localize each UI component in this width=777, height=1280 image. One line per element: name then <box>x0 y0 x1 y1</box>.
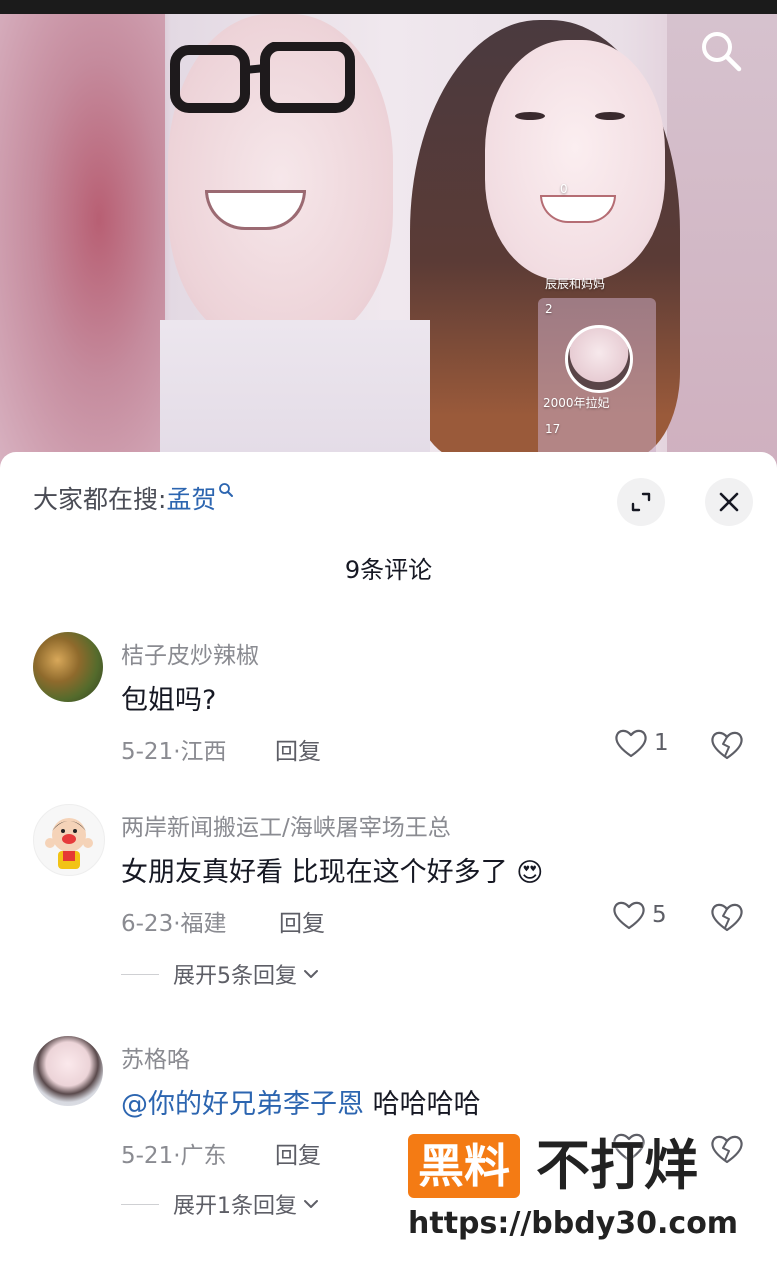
chevron-down-icon <box>304 1200 318 1208</box>
video-person-right-face <box>485 40 665 280</box>
comment-text-body: 哈哈哈哈 <box>364 1089 481 1120</box>
broken-heart-icon[interactable] <box>710 728 744 762</box>
overlay-count: 17 <box>545 422 561 436</box>
comment-username[interactable]: 两岸新闻搬运工/海峡屠宰场王总 <box>121 808 451 842</box>
search-icon <box>219 483 234 497</box>
video-person-left-shirt <box>160 320 430 470</box>
comment-text: @你的好兄弟李子恩 哈哈哈哈 <box>121 1082 481 1121</box>
broken-heart-icon[interactable] <box>710 900 744 934</box>
avatar[interactable] <box>33 632 103 702</box>
status-strip <box>0 0 777 14</box>
chevron-down-icon <box>304 970 318 978</box>
like-count: 1 <box>654 730 669 756</box>
video-blur-right <box>667 14 777 470</box>
expand-button[interactable] <box>617 478 665 526</box>
trending-keyword[interactable]: 孟贺 <box>166 485 216 514</box>
mention-link[interactable]: @你的好兄弟李子恩 <box>121 1089 364 1120</box>
like-count: 5 <box>652 902 667 928</box>
video-player[interactable]: 0 辰辰和妈妈 2 2000年拉妃 17 <box>0 0 777 470</box>
avatar[interactable] <box>33 804 105 876</box>
avatar[interactable] <box>33 1036 103 1106</box>
comment-meta: 5-21·江西 <box>121 739 227 765</box>
comment-username[interactable]: 桔子皮炒辣椒 <box>121 636 259 670</box>
heart-icon <box>613 901 645 930</box>
reply-button[interactable]: 回复 <box>275 732 321 766</box>
comment-text: 女朋友真好看 比现在这个好多了 😍 <box>121 850 543 889</box>
expand-replies-button[interactable]: 展开5条回复 <box>121 958 319 990</box>
comment-count: 9条评论 <box>344 556 433 584</box>
cartoon-avatar-image <box>45 818 93 869</box>
comment-text: 包姐吗? <box>121 685 217 716</box>
divider <box>121 1203 159 1205</box>
heart-icon <box>613 1133 645 1162</box>
expand-replies-label: 展开1条回复 <box>173 1194 297 1219</box>
overlay-avatar[interactable] <box>565 325 633 393</box>
heart-eyes-emoji: 😍 <box>516 858 544 888</box>
comment-text-body: 女朋友真好看 比现在这个好多了 <box>121 857 508 888</box>
like-button[interactable]: 1 <box>614 728 669 758</box>
overlay-count: 2 <box>545 302 553 316</box>
comment-meta: 6-23·福建 <box>121 911 227 937</box>
video-eye <box>515 112 545 120</box>
comment-meta: 5-21·广东 <box>121 1143 227 1169</box>
overlay-label: 辰辰和妈妈 <box>545 277 606 291</box>
comment-sheet: 大家都在搜:孟贺 9条评论 桔子皮炒辣椒 包姐吗? 5-21·江西 回复 1 两… <box>0 452 777 1280</box>
broken-heart-icon[interactable] <box>710 1132 744 1166</box>
expand-icon <box>631 492 651 512</box>
expand-replies-label: 展开5条回复 <box>173 964 297 989</box>
close-button[interactable] <box>705 478 753 526</box>
glasses-shape <box>170 42 355 113</box>
search-icon[interactable] <box>698 28 744 74</box>
like-button[interactable] <box>612 1132 652 1162</box>
expand-replies-button[interactable]: 展开1条回复 <box>121 1188 319 1220</box>
video-blur-left <box>0 14 165 470</box>
divider <box>121 973 159 975</box>
like-button[interactable]: 5 <box>612 900 667 930</box>
heart-icon <box>615 729 647 758</box>
overlay-label: 2000年拉妃 <box>543 396 610 410</box>
video-eye <box>595 112 625 120</box>
trending-prefix: 大家都在搜: <box>33 485 167 514</box>
comment-username[interactable]: 苏格咯 <box>121 1040 190 1074</box>
close-icon <box>719 492 739 512</box>
overlay-top-count: 0 <box>560 182 568 196</box>
trending-search[interactable]: 大家都在搜:孟贺 <box>33 480 234 516</box>
reply-button[interactable]: 回复 <box>279 904 325 938</box>
reply-button[interactable]: 回复 <box>275 1136 321 1170</box>
